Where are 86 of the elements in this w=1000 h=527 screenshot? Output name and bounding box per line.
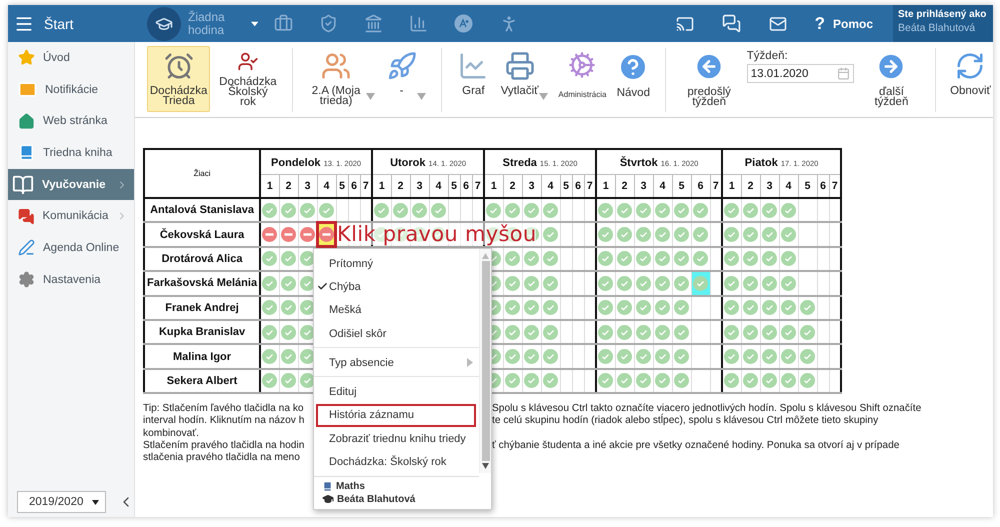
menu-item[interactable]: Odišiel skôr bbox=[314, 322, 479, 346]
week-label: Týždeň: bbox=[746, 50, 789, 62]
period-header: 1 bbox=[484, 174, 504, 198]
help-icon[interactable]: ? bbox=[814, 14, 825, 34]
toolbar-button[interactable]: Administrácia bbox=[556, 46, 608, 112]
period-header: 1 bbox=[372, 174, 392, 198]
sidebar-item[interactable]: Nastavenia bbox=[8, 264, 134, 296]
period-header: 1 bbox=[596, 174, 616, 198]
menu-item[interactable]: Prítomný bbox=[314, 252, 479, 276]
subject-name: Maths bbox=[336, 481, 365, 492]
sidebar-item[interactable]: Web stránka bbox=[8, 105, 134, 138]
tip-text: kombinovať. bbox=[143, 428, 200, 440]
tip-text: Spolu s klávesou Ctrl takto označíte viacero jednotlivých hodín. Spolu s klávesou Shift označíte bbox=[492, 403, 922, 414]
toolbar-button[interactable]: - bbox=[384, 46, 430, 112]
tip-text: te celú skupinu hodín (riadok alebo stĺpec), spolu s klávesou Ctrl môžete tieto skupiny bbox=[492, 415, 878, 428]
period-header: 4 bbox=[429, 174, 448, 198]
menu-item[interactable]: História záznamu bbox=[316, 404, 476, 428]
period-header: 3 bbox=[634, 174, 654, 198]
student-name[interactable]: Kupka Branislav bbox=[144, 320, 260, 344]
student-name[interactable]: Drotárová Alica bbox=[144, 246, 260, 272]
period-header: 4 bbox=[317, 174, 336, 198]
sidebar-item[interactable]: Agenda Online bbox=[8, 232, 134, 264]
period-header: 6 bbox=[572, 174, 584, 198]
toolbar-button[interactable]: Návod bbox=[614, 46, 653, 112]
period-header: 1 bbox=[260, 174, 280, 198]
period-header: 6 bbox=[348, 174, 360, 198]
annotation-tooltip: Klik pravou myšou bbox=[337, 223, 536, 245]
toolbar-button[interactable]: ďalší týždeň bbox=[860, 46, 924, 112]
toolbar-button[interactable]: Dochádzka Trieda bbox=[147, 46, 210, 112]
sidebar-item[interactable]: Vyučovanie bbox=[8, 168, 134, 200]
period-header: 6 bbox=[817, 174, 830, 198]
period-header: 4 bbox=[653, 174, 672, 198]
period-header: 5 bbox=[798, 174, 818, 198]
toolbar-button[interactable]: predošlý týždeň bbox=[678, 46, 741, 112]
year-select[interactable]: 2019/2020 bbox=[17, 491, 106, 513]
period-header: 3 bbox=[298, 174, 318, 198]
period-header: 4 bbox=[541, 174, 560, 198]
student-name[interactable]: Sekera Albert bbox=[144, 368, 260, 394]
sidebar-item[interactable]: Komunikácia bbox=[8, 200, 134, 232]
toolbar-button[interactable]: Vytlačiť bbox=[498, 46, 551, 112]
toolbar-button[interactable]: 2.A (Moja trieda) bbox=[304, 46, 378, 112]
period-header: 2 bbox=[279, 174, 298, 198]
sidebar-item[interactable]: Triedna kniha bbox=[8, 137, 134, 169]
menu-item[interactable]: Edituj bbox=[314, 380, 479, 404]
menu-item[interactable]: Dochádzka: Školský rok bbox=[314, 450, 479, 474]
sidebar-item[interactable]: Úvod bbox=[8, 42, 134, 74]
week-field[interactable]: 13.01.2020 bbox=[746, 64, 854, 83]
period-header: 2 bbox=[391, 174, 410, 198]
period-header: 5 bbox=[672, 174, 692, 198]
toolbar-button[interactable]: Graf bbox=[454, 46, 492, 112]
toolbar-button[interactable]: Dochádzka Školský rok bbox=[216, 46, 280, 112]
tip-text: stlačenia pravého tlačidla na meno bbox=[143, 452, 301, 464]
period-header: 5 bbox=[336, 174, 348, 198]
column-header: Žiaci bbox=[144, 149, 260, 198]
menu-item[interactable]: Zobraziť triednu knihu triedy bbox=[314, 427, 479, 450]
menu-item[interactable]: Mešká bbox=[314, 298, 479, 322]
toolbar-button[interactable]: Obnoviť bbox=[948, 46, 993, 112]
period-header: 2 bbox=[503, 174, 522, 198]
login-caption: Ste prihlásený ako bbox=[898, 9, 988, 20]
help-link[interactable]: Pomoc bbox=[832, 16, 873, 30]
tip-text: Stlačením pravého tlačidla na hodin bbox=[143, 440, 306, 452]
tip-text: ť chýbanie študenta a iné akcie pre všetky označené hodiny. Ponuka sa otvorí aj v prípade bbox=[492, 440, 900, 452]
app-title[interactable]: Štart bbox=[44, 16, 74, 32]
period-header: 2 bbox=[615, 174, 634, 198]
period-header: 4 bbox=[779, 174, 798, 198]
period-header: 2 bbox=[741, 174, 760, 198]
tip-text: Tip: Stlačením ľavého tlačidla na ko bbox=[143, 403, 305, 416]
period-header: 1 bbox=[722, 174, 742, 198]
period-header: 3 bbox=[522, 174, 542, 198]
user-name: Beáta Blahutová bbox=[898, 22, 976, 34]
menu-item[interactable]: Typ absencie bbox=[314, 351, 479, 374]
tip-text: interval hodín. Kliknutím na názov h bbox=[143, 415, 306, 428]
period-header: 3 bbox=[760, 174, 780, 198]
period-header: 5 bbox=[560, 174, 572, 198]
sidebar-item[interactable]: Notifikácie bbox=[8, 74, 134, 106]
period-header: 3 bbox=[410, 174, 430, 198]
period-header: 6 bbox=[460, 174, 472, 198]
student-name[interactable]: Franek Andrej bbox=[144, 296, 260, 320]
student-name[interactable]: Malina Igor bbox=[144, 344, 260, 369]
teacher-name: Beáta Blahutová bbox=[337, 494, 416, 504]
student-name[interactable]: Farkašovská Melánia bbox=[144, 271, 260, 296]
period-header: 6 bbox=[691, 174, 710, 198]
student-name[interactable]: Čekovská Laura bbox=[144, 222, 260, 247]
student-name[interactable]: Antalová Stanislava bbox=[144, 198, 260, 222]
period-header: 5 bbox=[448, 174, 460, 198]
menu-item[interactable]: Chýba bbox=[314, 275, 479, 299]
